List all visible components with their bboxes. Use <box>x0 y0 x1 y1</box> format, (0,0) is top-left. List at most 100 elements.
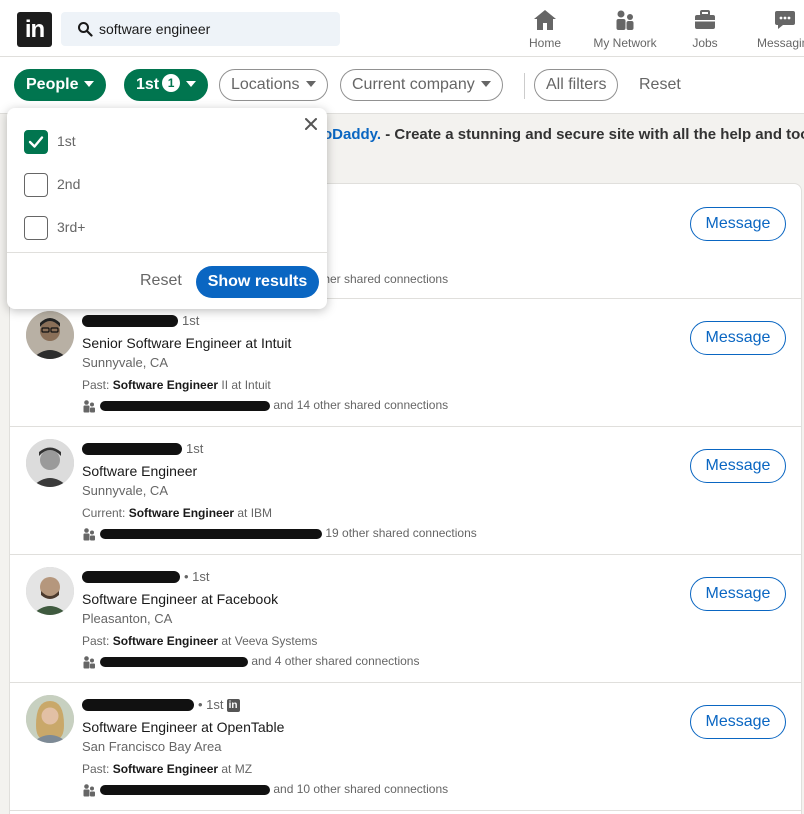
person-location: San Francisco Bay Area <box>82 739 222 754</box>
person-location: Sunnyvale, CA <box>82 483 168 498</box>
reset-filters-link[interactable]: Reset <box>639 76 681 94</box>
person-location: Pleasanton, CA <box>82 611 173 626</box>
person-photo-icon <box>26 695 74 743</box>
person-experience: Past: Software Engineer at MZ <box>82 762 252 776</box>
avatar[interactable] <box>26 311 74 359</box>
connection-degree: 1st <box>186 441 204 456</box>
shared-connections[interactable]: and 4 other shared connections <box>82 654 419 669</box>
nav-messaging-label: Messaging <box>757 36 804 50</box>
result-row: 1st Software Engineer Sunnyvale, CA Curr… <box>10 427 801 555</box>
person-experience: Past: Software Engineer at Veeva Systems <box>82 634 317 648</box>
experience-title: Software Engineer <box>128 506 235 520</box>
nav-home-label: Home <box>528 36 561 50</box>
messaging-icon <box>775 11 795 29</box>
avatar[interactable] <box>26 695 74 743</box>
experience-title: Software Engineer <box>112 378 219 392</box>
person-headline: Software Engineer at OpenTable <box>82 719 285 735</box>
checkbox[interactable] <box>24 216 48 241</box>
person-experience: Current: Software Engineer at IBM <box>82 506 272 520</box>
all-filters-label: All filters <box>546 76 607 93</box>
option-1st[interactable]: 1st <box>24 129 76 155</box>
locations-filter-button[interactable]: Locations <box>219 69 328 101</box>
redacted-name <box>82 315 178 328</box>
redacted-connections <box>100 656 248 667</box>
filter-count-badge: 1 <box>162 74 181 93</box>
redacted-connections <box>100 528 322 539</box>
option-label: 1st <box>57 133 76 149</box>
message-button[interactable]: Message <box>690 321 786 355</box>
person-photo-icon <box>26 311 74 359</box>
shared-connections[interactable]: and 10 other shared connections <box>82 782 448 797</box>
current-company-filter-button[interactable]: Current company <box>340 69 503 101</box>
nav-my-network[interactable]: My Network <box>585 8 665 50</box>
redacted-connections <box>100 784 270 795</box>
shared-connections-text: and 14 other shared connections <box>273 398 449 412</box>
person-location: Sunnyvale, CA <box>82 355 168 370</box>
avatar[interactable] <box>26 567 74 615</box>
filter-divider <box>524 73 525 99</box>
option-3rd-plus[interactable]: 3rd+ <box>24 215 86 241</box>
experience-suffix: at MZ <box>218 762 253 776</box>
nav-my-network-label: My Network <box>593 36 657 50</box>
experience-prefix: Current: <box>82 506 129 520</box>
avatar[interactable] <box>26 439 74 487</box>
message-button[interactable]: Message <box>690 577 786 611</box>
linkedin-member-icon: in <box>226 698 240 712</box>
message-button[interactable]: Message <box>690 705 786 739</box>
network-icon <box>616 10 634 30</box>
dropdown-reset-button[interactable]: Reset <box>140 272 182 290</box>
person-headline: Software Engineer <box>82 463 198 479</box>
checkbox-checked[interactable] <box>24 130 48 155</box>
shared-connections-icon <box>83 400 95 413</box>
search-icon <box>78 22 93 37</box>
result-row: • 1st Software Engineer at Facebook Plea… <box>10 555 801 683</box>
shared-connections-text: and 10 other shared connections <box>273 782 449 796</box>
promo-text: - Create a stunning and secure site with… <box>381 126 804 143</box>
result-row: 1st Senior Software Engineer at Intuit S… <box>10 299 801 427</box>
connections-dropdown: 1st 2nd 3rd+ Reset Show results <box>7 108 327 309</box>
all-filters-button[interactable]: All filters <box>534 69 619 101</box>
person-name[interactable]: 1st <box>82 312 199 328</box>
shared-connections-text: ther shared connections <box>320 272 449 286</box>
nav-messaging[interactable]: Messaging <box>745 8 804 50</box>
nav-jobs[interactable]: Jobs <box>665 8 745 50</box>
person-name[interactable]: 1st <box>82 440 203 456</box>
connections-filter-button[interactable]: 1st 1 <box>124 69 209 101</box>
experience-prefix: Past: <box>82 762 113 776</box>
chevron-down-icon <box>84 80 95 87</box>
experience-title: Software Engineer <box>112 634 219 648</box>
shared-connections-text: 19 other shared connections <box>325 526 477 540</box>
experience-suffix: II at Intuit <box>218 378 271 392</box>
search-box[interactable] <box>61 12 340 46</box>
shared-connections[interactable]: and 14 other shared connections <box>82 398 448 413</box>
people-filter-button[interactable]: People <box>14 69 107 101</box>
current-company-filter-label: Current company <box>352 76 475 93</box>
linkedin-logo[interactable]: in <box>17 12 52 47</box>
search-input[interactable] <box>99 12 334 46</box>
promo-brand[interactable]: oDaddy. <box>323 126 381 143</box>
connection-degree: • 1st <box>184 569 210 584</box>
option-label: 3rd+ <box>57 219 86 235</box>
message-button[interactable]: Message <box>690 207 786 241</box>
checkmark-icon <box>28 136 44 148</box>
show-results-button[interactable]: Show results <box>196 266 319 298</box>
person-name[interactable]: • 1st <box>82 568 210 584</box>
locations-filter-label: Locations <box>231 76 300 93</box>
home-icon <box>534 10 556 30</box>
option-2nd[interactable]: 2nd <box>24 172 80 198</box>
nav-home[interactable]: Home <box>505 8 585 50</box>
person-name[interactable]: • 1st in <box>82 696 240 712</box>
experience-title: Software Engineer <box>112 762 219 776</box>
shared-connections[interactable]: ther shared connections <box>320 272 448 286</box>
message-button[interactable]: Message <box>690 449 786 483</box>
filter-bar: People 1st 1 Locations Current company Al… <box>0 57 804 114</box>
person-headline: Senior Software Engineer at Intuit <box>82 335 292 351</box>
checkbox[interactable] <box>24 173 48 198</box>
experience-prefix: Past: <box>82 378 113 392</box>
person-headline: Software Engineer at Facebook <box>82 591 279 607</box>
close-icon[interactable] <box>303 116 319 132</box>
shared-connections[interactable]: 19 other shared connections <box>82 526 477 541</box>
dropdown-divider <box>7 252 327 253</box>
shared-connections-icon <box>83 784 95 797</box>
redacted-name <box>82 699 194 712</box>
